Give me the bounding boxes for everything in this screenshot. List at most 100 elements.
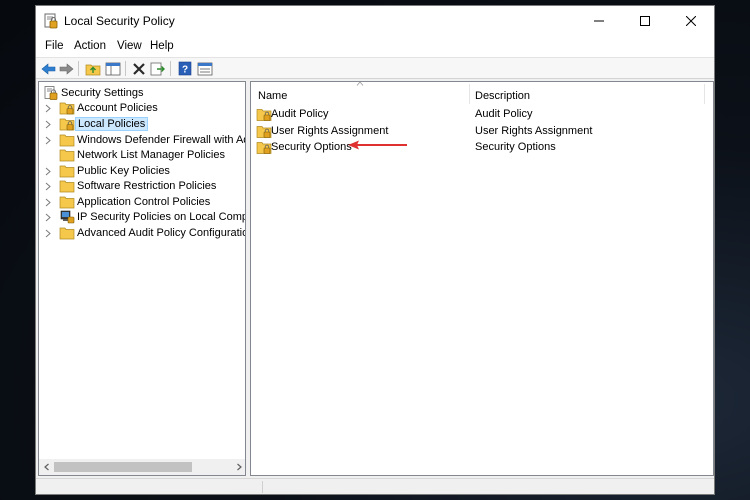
tree-item-application-control-policies[interactable]: Application Control Policies <box>39 195 245 210</box>
folder-icon <box>59 149 75 162</box>
tree-label: Application Control Policies <box>77 196 211 208</box>
menu-help[interactable]: Help <box>150 40 174 52</box>
local-security-policy-app-icon <box>44 13 58 29</box>
list-item-description: User Rights Assignment <box>475 125 593 137</box>
locked-folder-icon <box>59 118 75 131</box>
chevron-right-icon[interactable] <box>44 198 52 207</box>
delete-button[interactable] <box>130 60 148 77</box>
tree-item-account-policies[interactable]: Account Policies <box>39 101 245 116</box>
status-bar-divider <box>262 481 263 493</box>
properties-icon <box>197 62 213 75</box>
column-divider[interactable] <box>704 84 705 104</box>
export-list-button[interactable] <box>149 60 167 77</box>
list-item-name: User Rights Assignment <box>271 125 389 137</box>
svg-text:?: ? <box>182 65 188 76</box>
maximize-icon <box>640 16 650 26</box>
scrollbar-thumb[interactable] <box>54 462 192 472</box>
show-hide-tree-icon <box>105 62 121 75</box>
tree-root-security-settings[interactable]: Security Settings <box>39 86 245 101</box>
list-row-user-rights-assignment[interactable]: User Rights Assignment User Rights Assig… <box>251 124 713 140</box>
tree-label: Advanced Audit Policy Configuration <box>77 227 246 239</box>
window-title: Local Security Policy <box>64 14 175 28</box>
locked-folder-icon <box>256 126 272 138</box>
tree-item-network-list-manager-policies[interactable]: Network List Manager Policies <box>39 148 245 163</box>
properties-button[interactable] <box>196 60 214 77</box>
column-divider[interactable] <box>469 84 470 104</box>
list-row-security-options[interactable]: Security Options Security Options <box>251 140 713 156</box>
locked-folder-icon <box>256 142 272 154</box>
list-row-audit-policy[interactable]: Audit Policy Audit Policy <box>251 107 713 123</box>
tree-label: Software Restriction Policies <box>77 180 217 192</box>
back-button[interactable] <box>39 60 57 77</box>
column-header-description[interactable]: Description <box>475 90 530 102</box>
folder-icon <box>59 180 75 193</box>
toolbar-separator <box>125 61 126 76</box>
scroll-right-icon[interactable] <box>235 463 243 471</box>
minimize-icon <box>594 20 604 22</box>
tree-item-advanced-audit-policy-configuration[interactable]: Advanced Audit Policy Configuration <box>39 226 246 241</box>
menu-view[interactable]: View <box>117 40 142 52</box>
chevron-right-icon[interactable] <box>44 104 52 113</box>
forward-arrow-icon <box>59 62 73 75</box>
chevron-right-icon[interactable] <box>44 167 52 176</box>
locked-folder-icon <box>256 109 272 121</box>
list-item-name: Security Options <box>271 141 352 153</box>
chevron-right-icon[interactable] <box>44 120 52 129</box>
column-header-name[interactable]: Name <box>258 90 287 102</box>
tree-item-public-key-policies[interactable]: Public Key Policies <box>39 164 245 179</box>
minimize-button[interactable] <box>576 6 622 36</box>
folder-icon <box>59 196 75 209</box>
maximize-button[interactable] <box>622 6 668 36</box>
delete-icon <box>133 62 145 75</box>
up-one-level-button[interactable] <box>84 60 102 77</box>
tree-label-selected: Local Policies <box>75 117 149 131</box>
scroll-left-icon[interactable] <box>43 463 51 471</box>
local-security-policy-window: Local Security Policy File Action View H… <box>35 5 715 495</box>
tree-label: IP Security Policies on Local Computer <box>77 211 246 223</box>
menu-action[interactable]: Action <box>74 40 106 52</box>
locked-folder-icon <box>59 102 75 115</box>
show-hide-console-tree-button[interactable] <box>104 60 122 77</box>
tree-label: Network List Manager Policies <box>77 149 225 161</box>
chevron-right-icon[interactable] <box>44 136 52 145</box>
tree-label: Account Policies <box>77 102 158 114</box>
tree-horizontal-scrollbar[interactable] <box>39 459 245 475</box>
tree-item-software-restriction-policies[interactable]: Software Restriction Policies <box>39 179 245 194</box>
folder-icon <box>59 134 75 147</box>
close-button[interactable] <box>668 6 714 36</box>
back-arrow-icon <box>41 62 55 75</box>
export-list-icon <box>150 62 165 75</box>
tree-label: Windows Defender Firewall with Advan <box>77 134 245 146</box>
toolbar-separator <box>78 61 79 76</box>
folder-icon <box>59 165 75 178</box>
sort-caret-icon <box>356 82 364 86</box>
list-item-description: Security Options <box>475 141 556 153</box>
details-list-pane[interactable]: Name Description Audit Policy Audit Poli… <box>250 81 714 476</box>
list-item-description: Audit Policy <box>475 108 533 120</box>
chevron-right-icon[interactable] <box>44 213 52 222</box>
ip-security-icon <box>60 210 75 224</box>
toolbar-separator <box>170 61 171 76</box>
help-button[interactable]: ? <box>176 60 194 77</box>
tree-item-ip-security-policies[interactable]: IP Security Policies on Local Computer <box>39 210 246 225</box>
console-tree-pane[interactable]: Security Settings Account Policies Local… <box>38 81 246 476</box>
title-bar[interactable]: Local Security Policy <box>36 6 714 36</box>
chevron-right-icon[interactable] <box>44 229 52 238</box>
column-header-row: Name Description <box>251 82 713 106</box>
help-icon: ? <box>178 61 192 76</box>
up-folder-icon <box>85 64 101 75</box>
red-arrow-annotation-icon <box>348 140 407 150</box>
status-bar <box>36 478 714 494</box>
close-icon <box>686 16 696 26</box>
list-item-name: Audit Policy <box>271 108 329 120</box>
tree-item-local-policies[interactable]: Local Policies <box>39 117 245 132</box>
forward-button[interactable] <box>57 60 75 77</box>
tree-label: Security Settings <box>61 87 144 99</box>
chevron-right-icon[interactable] <box>44 182 52 191</box>
menu-bar: File Action View Help <box>36 36 714 57</box>
tree-label: Public Key Policies <box>77 165 170 177</box>
menu-file[interactable]: File <box>45 40 64 52</box>
security-settings-icon <box>44 86 58 100</box>
toolbar: ? <box>36 57 714 79</box>
tree-item-windows-defender-firewall[interactable]: Windows Defender Firewall with Advan <box>39 133 245 148</box>
